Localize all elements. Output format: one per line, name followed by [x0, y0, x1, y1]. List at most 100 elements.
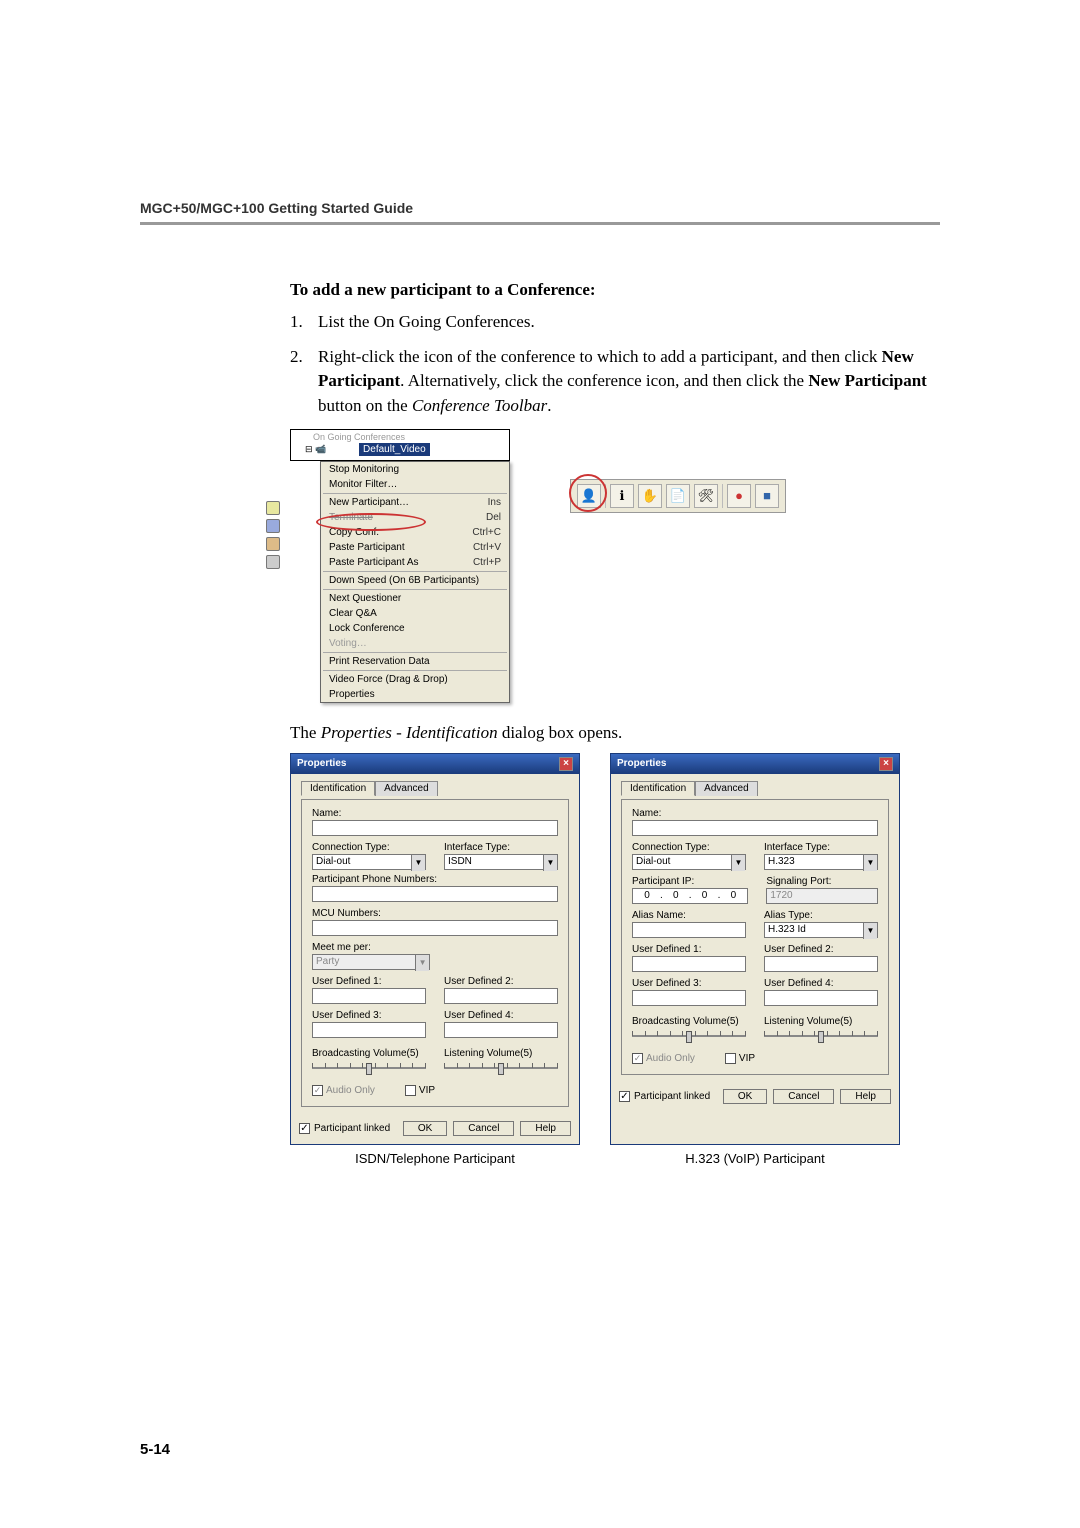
menu-item[interactable]: Clear Q&A [321, 606, 509, 621]
close-icon[interactable]: × [879, 757, 893, 771]
menu-item[interactable]: Copy Conf.Ctrl+C [321, 525, 509, 540]
interface-type-select[interactable]: H.323▼ [764, 854, 878, 870]
ud3-input[interactable] [632, 990, 746, 1006]
ud2-input[interactable] [764, 956, 878, 972]
new-participant-button[interactable]: 👤 [577, 484, 601, 508]
interface-type-select[interactable]: ISDN▼ [444, 854, 558, 870]
menu-separator [323, 652, 507, 653]
name-input[interactable] [632, 820, 878, 836]
broadcast-volume-slider[interactable] [632, 1029, 746, 1043]
chevron-down-icon: ▼ [415, 955, 429, 971]
vip-checkbox[interactable]: VIP [725, 1053, 755, 1064]
ud2-input[interactable] [444, 988, 558, 1004]
step-text: Right-click the icon of the conference t… [318, 345, 940, 419]
label-name: Name: [312, 808, 558, 819]
menu-item[interactable]: Stop Monitoring [321, 462, 509, 477]
menu-item[interactable]: Down Speed (On 6B Participants) [321, 573, 509, 588]
properties-dialog-isdn: Properties × Identification Advanced Nam… [290, 753, 580, 1145]
label-broadcast-volume: Broadcasting Volume(5) [632, 1016, 739, 1027]
ud4-input[interactable] [444, 1022, 558, 1038]
t: The [290, 723, 321, 742]
listen-volume-slider[interactable] [444, 1061, 558, 1075]
tab-advanced[interactable]: Advanced [375, 781, 437, 796]
participant-ip-input[interactable]: 0. 0. 0. 0 [632, 888, 748, 904]
tab-advanced[interactable]: Advanced [695, 781, 757, 796]
toolbar-separator [722, 484, 723, 508]
ud1-input[interactable] [312, 988, 426, 1004]
mcu-numbers-input[interactable] [312, 920, 558, 936]
t: . Alternatively, click the conference ic… [400, 371, 808, 390]
tools-button[interactable]: 🛠 [694, 484, 718, 508]
t: Right-click the icon of the conference t… [318, 347, 882, 366]
context-menu[interactable]: Stop MonitoringMonitor Filter… New Partic… [320, 461, 510, 703]
ud1-input[interactable] [632, 956, 746, 972]
connection-type-select[interactable]: Dial-out▼ [632, 854, 746, 870]
participant-linked-checkbox[interactable]: ✓Participant linked [619, 1091, 710, 1102]
menu-item[interactable]: Paste ParticipantCtrl+V [321, 540, 509, 555]
label-mcu-numbers: MCU Numbers: [312, 908, 558, 919]
ud4-input[interactable] [764, 990, 878, 1006]
tree-selected-item[interactable]: Default_Video [359, 443, 430, 456]
info-button[interactable]: ℹ [610, 484, 634, 508]
label-ud1: User Defined 1: [632, 944, 746, 955]
stop-button[interactable]: ■ [755, 484, 779, 508]
help-button[interactable]: Help [840, 1089, 891, 1104]
label-ud4: User Defined 4: [764, 978, 878, 989]
menu-separator [323, 589, 507, 590]
step-text: List the On Going Conferences. [318, 310, 940, 335]
tab-identification[interactable]: Identification [301, 781, 375, 796]
chevron-down-icon: ▼ [863, 923, 877, 939]
menu-item[interactable]: Print Reservation Data [321, 654, 509, 669]
menu-item[interactable]: TerminateDel [321, 510, 509, 525]
label-ud4: User Defined 4: [444, 1010, 558, 1021]
tab-identification[interactable]: Identification [621, 781, 695, 796]
chevron-down-icon: ▼ [731, 855, 745, 871]
name-input[interactable] [312, 820, 558, 836]
label-ud2: User Defined 2: [764, 944, 878, 955]
t-italic: Properties - Identification [321, 723, 498, 742]
menu-item[interactable]: New Participant…Ins [321, 495, 509, 510]
menu-item[interactable]: Video Force (Drag & Drop) [321, 672, 509, 687]
close-icon[interactable]: × [559, 757, 573, 771]
participant-phone-input[interactable] [312, 886, 558, 902]
chevron-down-icon: ▼ [543, 855, 557, 871]
header-rule [140, 222, 940, 225]
cancel-button[interactable]: Cancel [773, 1089, 834, 1104]
alias-name-input[interactable] [632, 922, 746, 938]
label-name: Name: [632, 808, 878, 819]
cancel-button[interactable]: Cancel [453, 1121, 514, 1136]
label-participant-ip: Participant IP: [632, 876, 748, 887]
listen-volume-slider[interactable] [764, 1029, 878, 1043]
label-participant-phone: Participant Phone Numbers: [312, 874, 558, 885]
hand-button[interactable]: ✋ [638, 484, 662, 508]
label-broadcast-volume: Broadcasting Volume(5) [312, 1048, 419, 1059]
menu-item[interactable]: Properties [321, 687, 509, 702]
chevron-down-icon: ▼ [863, 855, 877, 871]
step-list: 1. List the On Going Conferences. 2. Rig… [290, 310, 940, 419]
menu-item[interactable]: Next Questioner [321, 591, 509, 606]
menu-item[interactable]: Monitor Filter… [321, 477, 509, 492]
participant-linked-checkbox[interactable]: ✓Participant linked [299, 1123, 390, 1134]
context-menu-figure: On Going Conferences ⊟ 📹 Default_Video S… [290, 429, 510, 703]
ok-button[interactable]: OK [723, 1089, 767, 1104]
menu-separator [323, 571, 507, 572]
audio-only-checkbox: ✓Audio Only [632, 1053, 695, 1064]
label-interface-type: Interface Type: [764, 842, 878, 853]
menu-item: Voting… [321, 636, 509, 651]
document-button[interactable]: 📄 [666, 484, 690, 508]
properties-dialog-h323: Properties × Identification Advanced Nam… [610, 753, 900, 1145]
connection-type-select[interactable]: Dial-out▼ [312, 854, 426, 870]
alias-type-select[interactable]: H.323 Id▼ [764, 922, 878, 938]
menu-item[interactable]: Lock Conference [321, 621, 509, 636]
label-ud1: User Defined 1: [312, 976, 426, 987]
step-number: 1. [290, 310, 318, 335]
record-button[interactable]: ● [727, 484, 751, 508]
vip-checkbox[interactable]: VIP [405, 1085, 435, 1096]
ok-button[interactable]: OK [403, 1121, 447, 1136]
menu-item[interactable]: Paste Participant AsCtrl+P [321, 555, 509, 570]
help-button[interactable]: Help [520, 1121, 571, 1136]
label-alias-type: Alias Type: [764, 910, 878, 921]
label-signaling-port: Signaling Port: [766, 876, 878, 887]
ud3-input[interactable] [312, 1022, 426, 1038]
broadcast-volume-slider[interactable] [312, 1061, 426, 1075]
